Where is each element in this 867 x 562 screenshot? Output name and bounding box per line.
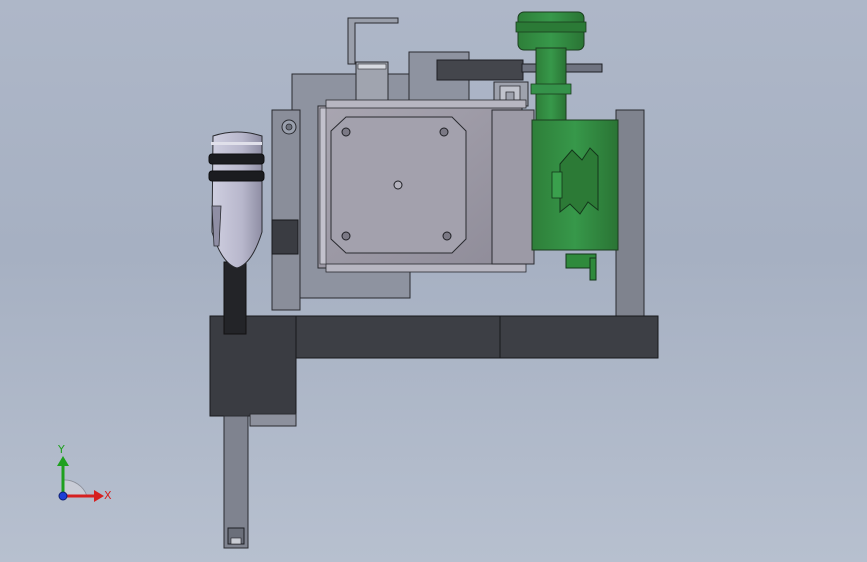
- connector-ring-icon: [208, 153, 265, 165]
- bottom-horizontal-arm: [293, 315, 659, 359]
- mount-screw-icon: [442, 231, 452, 241]
- mount-screw-icon: [439, 127, 449, 137]
- y-axis-label: Y: [57, 443, 65, 456]
- z-axis-dot: [58, 491, 68, 501]
- bent-sheet-hook: [347, 17, 399, 65]
- connector-ring-icon: [208, 170, 265, 182]
- left-slide-bracket: [271, 109, 301, 311]
- mount-screw-icon: [341, 231, 351, 241]
- dark-cable-clip: [271, 219, 299, 255]
- cad-model-view[interactable]: Y X: [0, 0, 867, 562]
- cable: [223, 261, 247, 335]
- mount-screw-icon: [341, 127, 351, 137]
- shaft-center-icon: [393, 180, 403, 190]
- graphics-viewport[interactable]: Y X: [0, 0, 867, 562]
- cable-connector: [211, 131, 263, 269]
- motor-flange: [491, 109, 535, 265]
- gearbox-cam-profile: [559, 147, 599, 215]
- left-dark-block: [209, 315, 297, 417]
- lead-screw-housing: [436, 59, 524, 81]
- coordinate-triad: Y X: [57, 443, 112, 502]
- right-support-post: [615, 109, 645, 319]
- x-axis-label: X: [104, 489, 112, 502]
